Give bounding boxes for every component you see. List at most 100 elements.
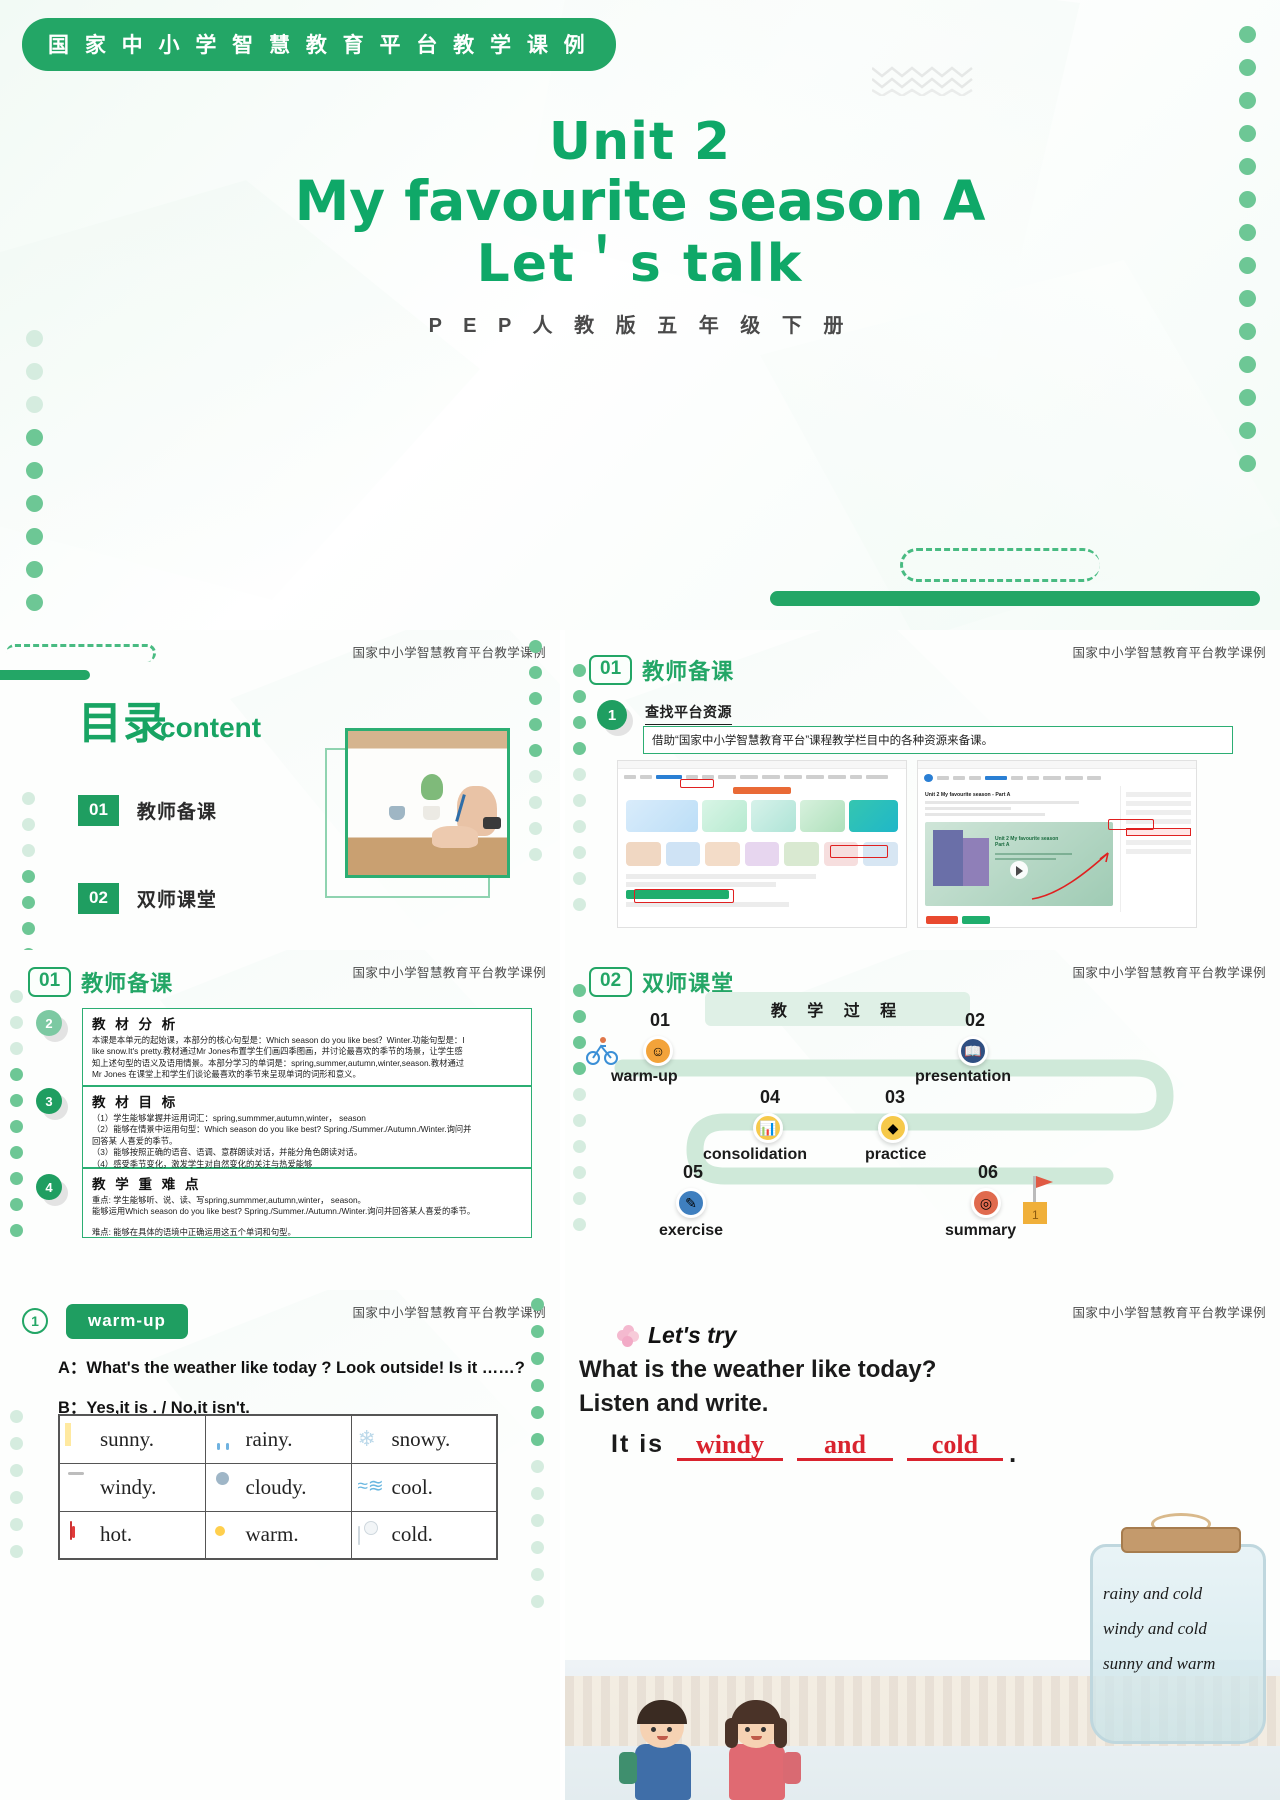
answer-period: . (1009, 1438, 1017, 1468)
process-step-number-04: 04 (760, 1087, 781, 1107)
book-icon: 📖 (958, 1036, 988, 1066)
lets-try-question: What is the weather like today? (579, 1356, 937, 1383)
platform-screenshot-left[interactable] (617, 760, 907, 928)
teacher-prep-analysis-slide: 国家中小学智慧教育平台教学课例 01 教师备课 2 教 材 分 析 本课是本单元… (0, 950, 560, 1290)
textbook-objectives-line: （3）能够按照正确的语音、语调、意群朗读对话，并能分角色朗读对话。 (92, 1147, 363, 1158)
textbook-label: P E P 人 教 版 五 年 级 下 册 (428, 315, 852, 338)
lets-try-slide: 国家中小学智慧教育平台教学课例 Let's try What is the we… (565, 1290, 1280, 1800)
section-number: 02 (589, 966, 633, 998)
teaching-process-slide: 国家中小学智慧教育平台教学课例 02 双师课堂 教 学 过 程 01 ☺ war… (565, 950, 1280, 1290)
girl-illustration (721, 1700, 801, 1800)
toc-item-02[interactable]: 02 双师课堂 (78, 883, 217, 914)
weather-word: rainy. (245, 1426, 293, 1451)
section-header-01: 01 教师备课 (28, 966, 173, 998)
textbook-objectives-line: 回答某 人喜爱的季节。 (92, 1135, 178, 1146)
highlight-box (634, 889, 734, 903)
answer-blank-word: windy (696, 1430, 764, 1459)
weather-word: hot. (100, 1522, 133, 1547)
slide-watermark: 国家中小学智慧教育平台教学课例 (1072, 646, 1266, 660)
slide-watermark: 国家中小学智慧教育平台教学课例 (1072, 966, 1266, 980)
section-number: 01 (589, 654, 633, 686)
weather-word: warm. (245, 1522, 299, 1547)
toc-heading: 目录 content (78, 702, 261, 746)
toc-item-label: 教师备课 (136, 802, 217, 823)
lesson-subtitle: Let＇s talk (476, 233, 804, 294)
arrow-icon (1031, 852, 1109, 900)
slide-watermark: 国家中小学智慧教育平台教学课例 (352, 646, 546, 660)
table-row: sunny. rainy. ❄ snowy. (58, 1414, 498, 1464)
textbook-objectives-line: （2）能够在情景中运用句型：Which season do you like b… (92, 1124, 472, 1135)
dot-column-left (573, 984, 586, 1231)
textbook-analysis-box: 教 材 分 析 本课是本单元的起始课，本部分的核心句型是：Which seaso… (82, 1008, 532, 1086)
wind-icon (66, 1474, 92, 1500)
key-difficulty-title: 教 学 重 难 点 (92, 1177, 202, 1192)
cold-icon (357, 1522, 384, 1548)
process-step-label-01: warm-up (611, 1068, 678, 1085)
dashed-decor (900, 548, 1100, 582)
diamond-icon: ◆ (878, 1113, 908, 1143)
toc-item-number: 01 (78, 795, 119, 826)
toc-item-label: 双师课堂 (136, 890, 217, 911)
title-slide: 国 家 中 小 学 智 慧 教 育 平 台 教 学 课 例 Unit 2 My … (0, 0, 1280, 630)
table-cell: sunny. (58, 1414, 206, 1464)
weather-word: windy. (100, 1474, 157, 1499)
green-bar-decor (0, 670, 90, 680)
step-bubble-4: 4 (36, 1174, 62, 1200)
cloud-icon (212, 1474, 238, 1500)
table-cell: cloudy. (204, 1462, 352, 1512)
process-step-number-05: 05 (683, 1162, 704, 1182)
weather-word: cloudy. (245, 1474, 307, 1499)
answer-blank-3[interactable]: cold (907, 1430, 1003, 1461)
dot-column-left (22, 792, 35, 950)
toc-heading-en: content (160, 712, 262, 743)
toc-item-01[interactable]: 01 教师备课 (78, 795, 217, 826)
weather-word: snowy. (391, 1426, 451, 1451)
dashed-decor (6, 644, 156, 662)
dot-column-left (573, 664, 586, 911)
snow-icon: ❄ (357, 1426, 376, 1452)
step-bubble-3: 3 (36, 1088, 62, 1114)
answer-blank-1[interactable]: windy (677, 1430, 783, 1461)
resource-subheading: 查找平台资源 (645, 702, 732, 725)
highlight-box (830, 845, 888, 858)
process-step-number-01: 01 (650, 1010, 671, 1030)
table-cell: rainy. (204, 1414, 352, 1464)
boy-illustration (619, 1700, 699, 1800)
warmup-tag: warm-up (66, 1304, 188, 1339)
dot-column-left (10, 990, 23, 1237)
textbook-objectives-title: 教 材 目 标 (92, 1095, 179, 1110)
thermometer-icon (66, 1520, 92, 1548)
jar-phrase: rainy and cold (1103, 1584, 1203, 1603)
step-bubble-1: 1 (597, 700, 627, 730)
lets-try-header: Let's try (617, 1322, 737, 1349)
warmup-step-ring: 1 (22, 1308, 48, 1334)
unit-title: Unit 2 (548, 112, 732, 172)
sun-icon (66, 1426, 92, 1452)
toc-item-number: 02 (78, 883, 119, 914)
weather-words-table: sunny. rainy. ❄ snowy. windy. cloudy. ≈≋ c… (58, 1414, 498, 1560)
platform-screenshot-right[interactable]: Unit 2 My favourite season - Part A Unit… (917, 760, 1197, 928)
weather-word: cool. (391, 1474, 433, 1499)
textbook-objectives-line: （1）学生能够掌握并运用词汇：spring,summmer,autumn,win… (92, 1113, 366, 1123)
green-bar-decor (770, 591, 1260, 606)
jar-phrase: sunny and warm (1103, 1653, 1216, 1673)
step-bubble-2: 2 (36, 1010, 62, 1036)
lets-try-title: Let's try (648, 1322, 737, 1348)
highlight-box (680, 779, 714, 788)
answer-prefix: It is (611, 1430, 665, 1458)
answer-blank-2[interactable]: and (797, 1430, 893, 1461)
process-step-number-03: 03 (885, 1087, 906, 1107)
key-difficulty-line: 难点: 能够在具体的语境中正确运用这五个单词和句型。 (92, 1226, 296, 1237)
weather-phrase-jar: rainy and cold windy and cold sunny and … (1090, 1513, 1266, 1744)
lesson-title: My favourite season A (294, 168, 986, 233)
textbook-analysis-line: Mr Jones 在课堂上和学生们谈论最喜欢的季节来呈现单词的词形和意义。 (92, 1069, 361, 1080)
table-cell: warm. (204, 1510, 352, 1560)
process-step-number-06: 06 (978, 1162, 999, 1182)
process-step-label-03: practice (865, 1146, 927, 1163)
flower-icon (617, 1324, 639, 1347)
section-title: 教师备课 (81, 971, 174, 996)
dot-column-left (10, 1410, 23, 1558)
warmup-slide: 国家中小学智慧教育平台教学课例 1 warm-up A：What's the w… (0, 1290, 560, 1800)
face-icon: ☺ (643, 1036, 673, 1066)
section-title: 教师备课 (642, 659, 735, 684)
